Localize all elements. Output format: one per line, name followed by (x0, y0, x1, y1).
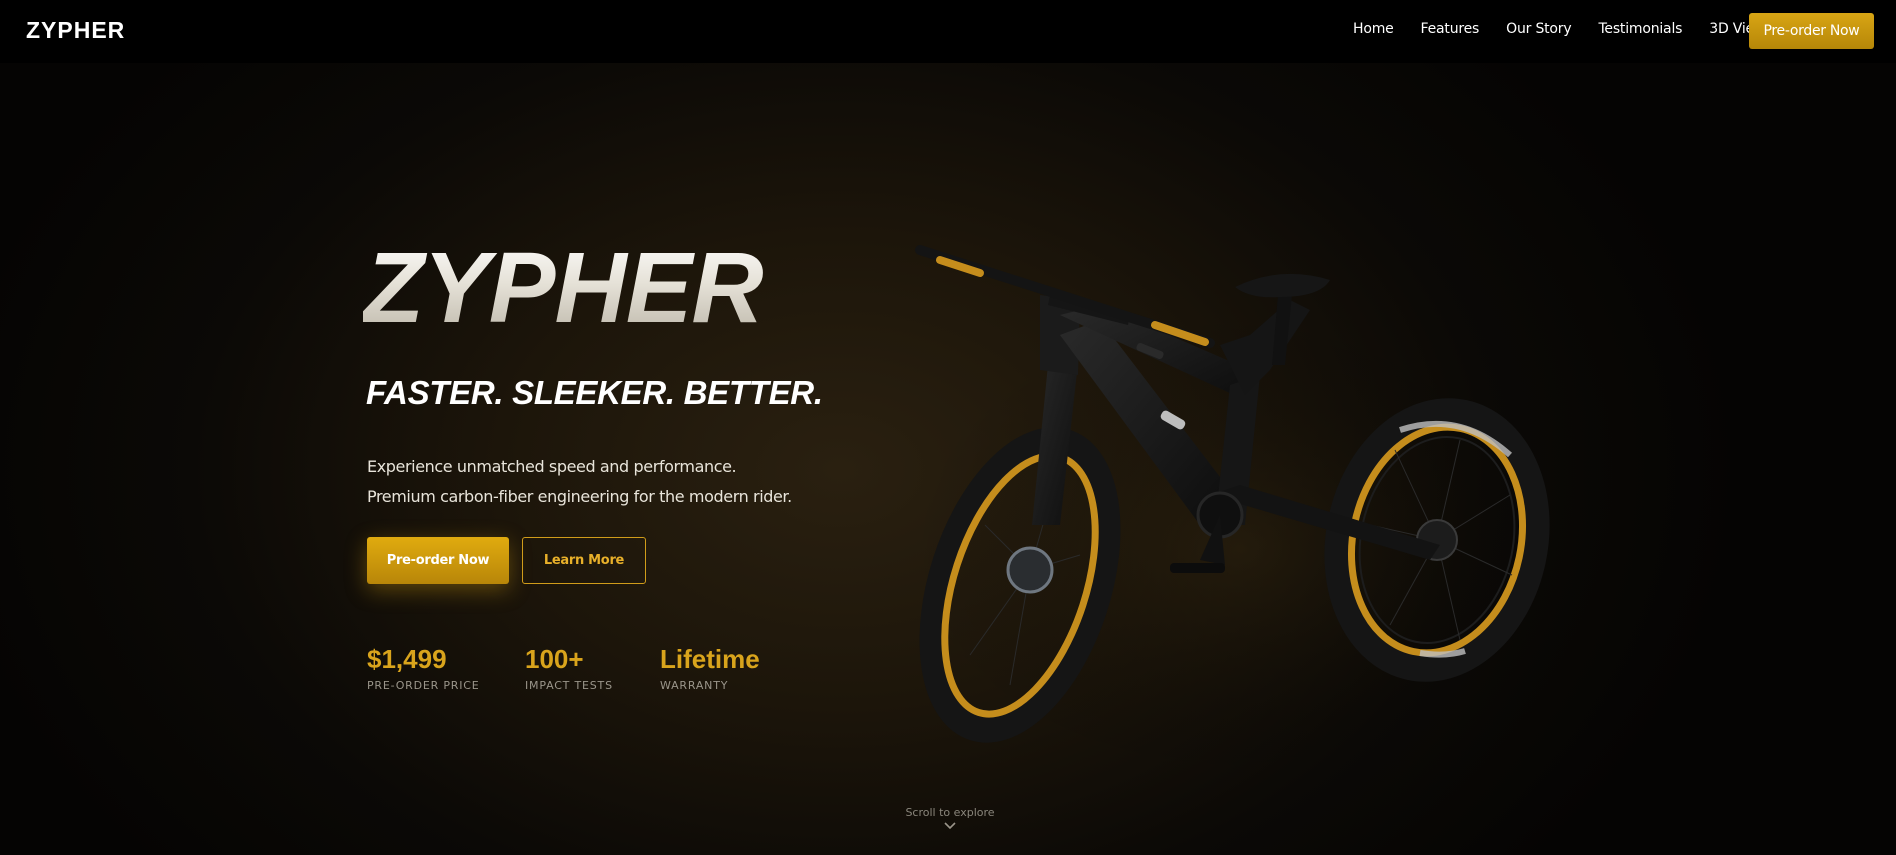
stat-price: $1,499 PRE-ORDER PRICE (367, 641, 480, 692)
nav-link-our-story[interactable]: Our Story (1506, 21, 1571, 37)
scroll-hint[interactable]: Scroll to explore (850, 806, 1050, 831)
bike-image (910, 245, 1570, 765)
stat-warranty: Lifetime WARRANTY (660, 641, 760, 692)
hero-description-line-2: Premium carbon-fiber engineering for the… (367, 487, 792, 506)
stat-price-value: $1,499 (367, 644, 447, 674)
hero-title: ZYPHER (363, 232, 764, 344)
page: ZYPHER Home Features Our Story Testimoni… (0, 0, 1896, 855)
stat-impact-tests-label: IMPACT TESTS (525, 679, 613, 692)
hero-description: Experience unmatched speed and performan… (367, 452, 792, 512)
learn-more-button[interactable]: Learn More (522, 537, 646, 584)
nav-links: Home Features Our Story Testimonials 3D … (1353, 21, 1792, 37)
scroll-hint-text: Scroll to explore (905, 806, 995, 819)
nav-preorder-button[interactable]: Pre-order Now (1749, 13, 1874, 49)
stat-price-label: PRE-ORDER PRICE (367, 679, 480, 692)
stat-impact-tests-value: 100+ (525, 644, 584, 674)
nav-link-home[interactable]: Home (1353, 21, 1394, 37)
hero-description-line-1: Experience unmatched speed and performan… (367, 457, 737, 476)
stat-warranty-value: Lifetime (660, 644, 760, 674)
nav-link-testimonials[interactable]: Testimonials (1598, 21, 1682, 37)
stat-impact-tests: 100+ IMPACT TESTS (525, 641, 613, 692)
chevron-down-icon[interactable] (943, 821, 957, 831)
hero-preorder-button[interactable]: Pre-order Now (367, 537, 509, 584)
top-navbar: ZYPHER Home Features Our Story Testimoni… (0, 0, 1896, 63)
hero-tagline: FASTER. SLEEKER. BETTER. (366, 374, 823, 411)
brand-logo[interactable]: ZYPHER (26, 17, 125, 44)
stat-warranty-label: WARRANTY (660, 679, 729, 692)
nav-link-features[interactable]: Features (1421, 21, 1480, 37)
